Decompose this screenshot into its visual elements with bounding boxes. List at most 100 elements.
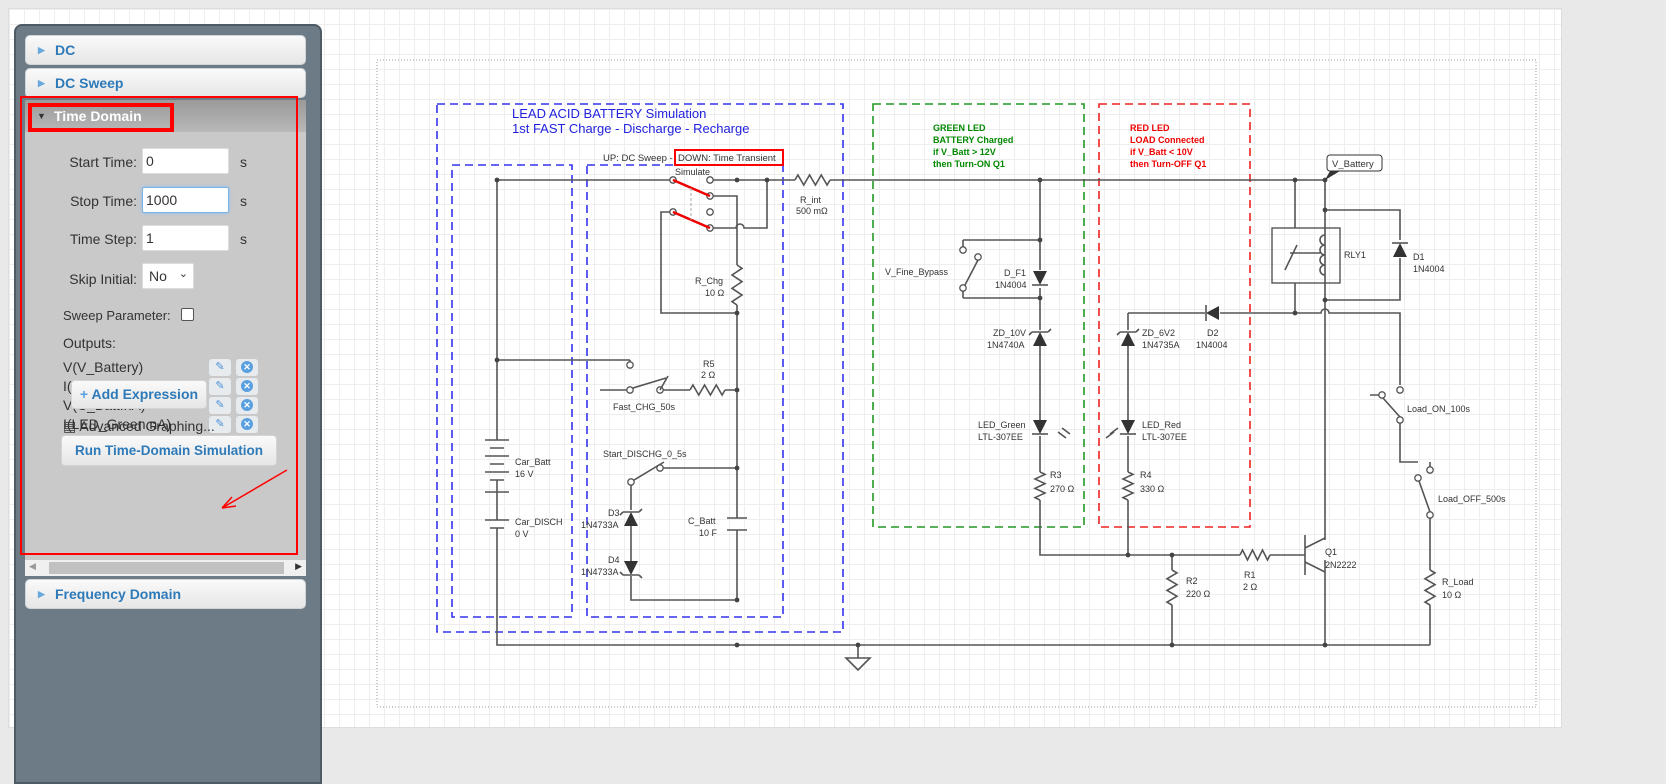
- r4-value: 330 Ω: [1140, 484, 1165, 494]
- zd-10v-label: ZD_10V: [993, 328, 1026, 338]
- r3-value: 270 Ω: [1050, 484, 1075, 494]
- junction-dot: [1169, 642, 1175, 648]
- c-batt-label: C_Batt: [688, 516, 716, 526]
- zd-6v2-zener: [1121, 332, 1135, 346]
- relay-coil: [1284, 234, 1326, 276]
- r-int-label: R_int: [800, 195, 822, 205]
- switch-terminal: [1396, 386, 1404, 394]
- switch-terminal: [706, 176, 714, 184]
- switch-terminal: [1426, 466, 1434, 474]
- r-load-value: 10 Ω: [1442, 590, 1462, 600]
- junction-dot: [1037, 177, 1043, 183]
- switch-terminal: [626, 386, 634, 394]
- d4-label: D4: [608, 555, 620, 565]
- zd-6v2-value: 1N4735A: [1142, 340, 1180, 350]
- junction-dot: [734, 642, 740, 648]
- junction-dot: [734, 465, 740, 471]
- r5-resistor: [689, 383, 726, 397]
- q1-label: Q1: [1325, 547, 1337, 557]
- car-disch-value: 0 V: [515, 529, 529, 539]
- zd-10v-zener: [1033, 332, 1047, 346]
- zd-6v2-label: ZD_6V2: [1142, 328, 1175, 338]
- junction-dot: [1037, 295, 1043, 301]
- rly1-label: RLY1: [1344, 250, 1366, 260]
- red-note-line: then Turn-OFF Q1: [1130, 159, 1206, 169]
- v-battery-net-label: V_Battery: [1325, 154, 1383, 180]
- junction-dot: [1322, 642, 1328, 648]
- r-chg-label: R_Chg: [695, 276, 723, 286]
- d2-diode: [1206, 306, 1219, 320]
- d-f1-label: D_F1: [1004, 268, 1026, 278]
- r-load-label: R_Load: [1442, 577, 1474, 587]
- r-int-resistor: [794, 173, 831, 187]
- led-arrows: [1057, 427, 1119, 439]
- d2-label: D2: [1207, 328, 1219, 338]
- d1-label: D1: [1413, 252, 1425, 262]
- car-batt-battery: [485, 439, 509, 493]
- r1-label: R1: [1244, 570, 1256, 580]
- r1-resistor: [1239, 548, 1271, 562]
- r4-resistor: [1121, 471, 1135, 501]
- switch-terminal: [974, 253, 982, 261]
- switch-terminal: [1396, 416, 1404, 424]
- schematic-title-line1: LEAD ACID BATTERY Simulation: [512, 106, 706, 121]
- d4-value: 1N4733A: [581, 567, 619, 577]
- led-red-value: LTL-307EE: [1142, 432, 1187, 442]
- r-chg-value: 10 Ω: [705, 288, 725, 298]
- red-note-line: if V_Batt < 10V: [1130, 147, 1193, 157]
- led-red-led: [1121, 420, 1135, 434]
- zd-10v-value: 1N4740A: [987, 340, 1025, 350]
- car-disch-label: Car_DISCH: [515, 517, 563, 527]
- red-note-line: LOAD Connected: [1130, 135, 1205, 145]
- schematic-drawing: LEAD ACID BATTERY Simulation 1st FAST Ch…: [221, 59, 1537, 708]
- rly1-relay: [1271, 227, 1341, 284]
- r5-value: 2 Ω: [701, 370, 716, 380]
- junction-dot: [1292, 310, 1298, 316]
- r1-value: 2 Ω: [1243, 582, 1258, 592]
- mode-note-down: DOWN: Time Transient: [678, 153, 776, 164]
- junction-dot: [1125, 552, 1131, 558]
- led-green-value: LTL-307EE: [978, 432, 1023, 442]
- car-batt-value: 16 V: [515, 469, 534, 479]
- switch-terminal: [706, 208, 714, 216]
- switch-terminal: [959, 246, 967, 254]
- car-disch-battery: [485, 519, 509, 540]
- d4-zener: [624, 561, 638, 575]
- green-note-line: BATTERY Charged: [933, 135, 1013, 145]
- schematic-title-line2: 1st FAST Charge - Discharge - Recharge: [512, 121, 749, 136]
- c-batt-capacitor: [727, 517, 747, 531]
- junction-dot: [855, 642, 861, 648]
- switch-terminal: [959, 284, 967, 292]
- r-load-resistor: [1423, 569, 1437, 606]
- v-battery-label: V_Battery: [1332, 159, 1374, 170]
- c-batt-value: 10 F: [699, 528, 718, 538]
- junction-dot: [1169, 552, 1175, 558]
- simulate-switch-label: Simulate: [675, 167, 710, 177]
- r3-resistor: [1033, 471, 1047, 501]
- r5-label: R5: [703, 359, 715, 369]
- d-f1-value: 1N4004: [995, 280, 1027, 290]
- led-red-label: LED_Red: [1142, 420, 1181, 430]
- battery-group-box: [436, 103, 844, 633]
- load-on-label: Load_ON_100s: [1407, 404, 1471, 414]
- d1-value: 1N4004: [1413, 264, 1445, 274]
- switch-terminal: [1378, 391, 1386, 399]
- junction-dot: [734, 597, 740, 603]
- d1-diode: [1393, 243, 1407, 257]
- d3-zener: [624, 512, 638, 526]
- fast-chg-switch: [600, 360, 669, 391]
- r-int-value: 500 mΩ: [796, 206, 828, 216]
- r4-label: R4: [1140, 470, 1152, 480]
- mode-note-up: UP: DC Sweep -: [603, 153, 673, 164]
- q1-value: 2N2222: [1325, 560, 1357, 570]
- junction-dot: [1322, 207, 1328, 213]
- start-dischg-label: Start_DISCHG_0_5s: [603, 449, 687, 459]
- green-note-line: if V_Batt > 12V: [933, 147, 996, 157]
- r2-resistor: [1165, 569, 1179, 606]
- junction-dot: [734, 310, 740, 316]
- d-f1-diode: [1033, 271, 1047, 285]
- junction-dot: [734, 177, 740, 183]
- r-chg-resistor: [730, 264, 744, 306]
- components: [485, 173, 1437, 672]
- annotation-arrow: [221, 469, 288, 509]
